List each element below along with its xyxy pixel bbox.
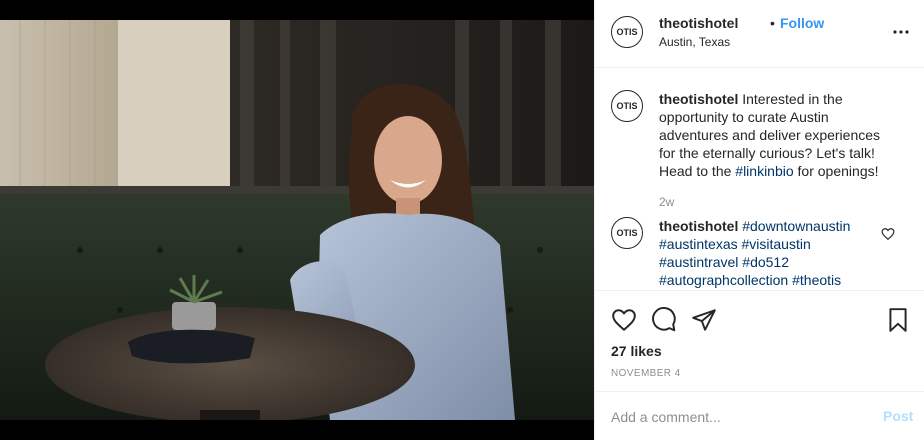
post-photo[interactable]	[0, 20, 594, 420]
caption-timestamp[interactable]: 2w	[659, 195, 674, 209]
avatar[interactable]: OTIS	[611, 217, 643, 249]
location-link[interactable]: Austin, Texas	[659, 35, 730, 49]
likes-count[interactable]: 27 likes	[611, 343, 662, 359]
header-username[interactable]: theotishotel	[659, 15, 738, 31]
header-separator: •	[770, 15, 775, 31]
hashtag-link[interactable]: #do512	[742, 254, 789, 270]
otis-logo-icon: OTIS	[616, 27, 637, 37]
avatar[interactable]: OTIS	[611, 90, 643, 122]
like-heart-icon[interactable]	[611, 307, 637, 333]
avatar-logo-text: OTIS	[616, 228, 637, 238]
more-options-icon[interactable]	[889, 20, 913, 44]
hashtag-link[interactable]: #downtownaustin	[742, 218, 850, 234]
comment-username[interactable]: theotishotel	[659, 218, 738, 234]
post-side-panel: OTIS theotishotel • Follow Austin, Texas…	[594, 0, 924, 440]
hashtag-link[interactable]: #autographcollection	[659, 272, 788, 288]
post-actions: 27 likes November 4 Post	[595, 290, 924, 440]
caption-username[interactable]: theotishotel	[659, 91, 738, 107]
share-paper-plane-icon[interactable]	[691, 307, 717, 333]
comment-input[interactable]	[611, 407, 871, 427]
otis-logo-icon: OTIS	[616, 228, 637, 238]
comment-like-icon[interactable]	[881, 227, 895, 241]
comment-text: theotishotel #downtownaustin #austintexa…	[659, 217, 887, 289]
add-comment-bar: Post	[595, 391, 924, 440]
hashtag-link[interactable]: #linkinbio	[735, 163, 793, 179]
caption-text: theotishotel Interested in the opportuni…	[659, 90, 887, 180]
comments-list[interactable]: OTIS theotishotel Interested in the oppo…	[595, 68, 924, 290]
post-photo-container	[0, 0, 594, 440]
avatar[interactable]: OTIS	[611, 16, 643, 48]
post-button[interactable]: Post	[883, 408, 913, 424]
comment-bubble-icon[interactable]	[651, 307, 677, 333]
hashtag-link[interactable]: #visitaustin	[742, 236, 811, 252]
otis-logo-icon: OTIS	[616, 101, 637, 111]
follow-button[interactable]: Follow	[780, 15, 824, 31]
caption-body-end: for openings!	[793, 163, 879, 179]
avatar-logo-text: OTIS	[616, 101, 637, 111]
hashtag-link[interactable]: #theotis	[792, 272, 841, 288]
save-bookmark-icon[interactable]	[885, 307, 911, 333]
avatar-logo-text: OTIS	[616, 27, 637, 37]
post-date[interactable]: November 4	[611, 368, 681, 379]
post-header: OTIS theotishotel • Follow Austin, Texas	[595, 0, 924, 68]
instagram-post: OTIS theotishotel • Follow Austin, Texas…	[0, 0, 924, 440]
hashtag-link[interactable]: #austintexas	[659, 236, 738, 252]
hashtag-link[interactable]: #austintravel	[659, 254, 738, 270]
